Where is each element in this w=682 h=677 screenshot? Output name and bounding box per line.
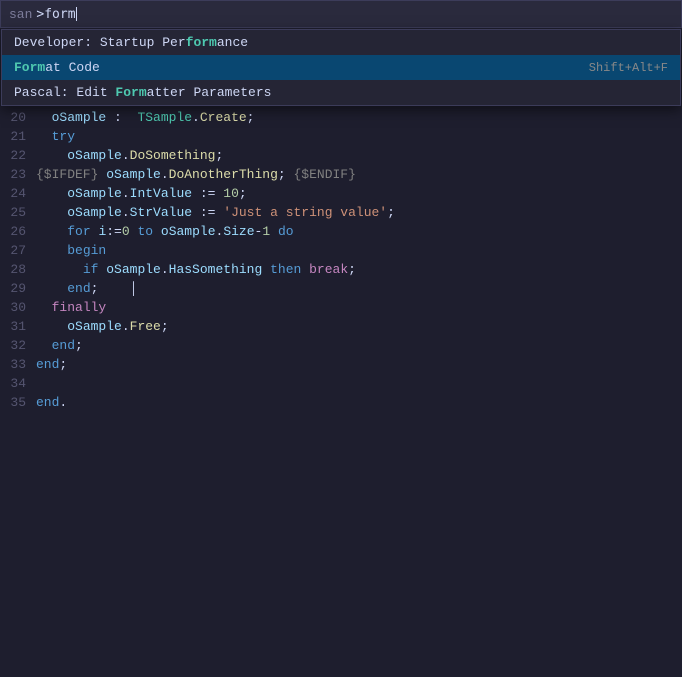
code-line-20: 20 oSample : TSample.Create;: [0, 108, 682, 127]
dropdown-item-label: Format Code: [14, 60, 100, 75]
line-number: 27: [0, 241, 36, 260]
dropdown-item-format-code[interactable]: Format Code Shift+Alt+F: [2, 55, 680, 80]
line-content: end.: [36, 393, 682, 412]
line-number: 34: [0, 374, 36, 393]
code-line-35: 35 end.: [0, 393, 682, 412]
line-number: 21: [0, 127, 36, 146]
code-line-27: 27 begin: [0, 241, 682, 260]
code-line-28: 28 if oSample.HasSomething then break;: [0, 260, 682, 279]
line-content: try: [36, 127, 682, 146]
line-content: if oSample.HasSomething then break;: [36, 260, 682, 279]
line-content: begin: [36, 241, 682, 260]
text-cursor: [76, 7, 77, 21]
dropdown-item-pascal-formatter[interactable]: Pascal: Edit Formatter Parameters: [2, 80, 680, 105]
code-line-31: 31 oSample.Free;: [0, 317, 682, 336]
code-line-21: 21 try: [0, 127, 682, 146]
line-content: end;: [36, 355, 682, 374]
line-number: 33: [0, 355, 36, 374]
editor-container: san >form Developer: Startup Performance…: [0, 0, 682, 677]
dropdown-shortcut-format: Shift+Alt+F: [589, 61, 668, 75]
code-line-23: 23 {$IFDEF} oSample.DoAnotherThing; {$EN…: [0, 165, 682, 184]
line-number: 35: [0, 393, 36, 412]
line-number: 22: [0, 146, 36, 165]
line-number: 28: [0, 260, 36, 279]
search-label: san: [9, 7, 32, 22]
line-number: 31: [0, 317, 36, 336]
line-number: 23: [0, 165, 36, 184]
line-number: 20: [0, 108, 36, 127]
line-content: oSample : TSample.Create;: [36, 108, 682, 127]
line-content: oSample.DoSomething;: [36, 146, 682, 165]
line-number: 26: [0, 222, 36, 241]
line-content: oSample.IntValue := 10;: [36, 184, 682, 203]
line-content: finally: [36, 298, 682, 317]
line-content: oSample.Free;: [36, 317, 682, 336]
highlight-form: Form: [14, 60, 45, 75]
code-line-24: 24 oSample.IntValue := 10;: [0, 184, 682, 203]
line-number: 25: [0, 203, 36, 222]
search-input-wrapper: >form: [36, 7, 673, 22]
line-number: 30: [0, 298, 36, 317]
code-line-34: 34: [0, 374, 682, 393]
dropdown-item-label: Pascal: Edit Formatter Parameters: [14, 85, 271, 100]
autocomplete-dropdown: Developer: Startup Performance Format Co…: [1, 29, 681, 106]
code-line-26: 26 for i:=0 to oSample.Size-1 do: [0, 222, 682, 241]
search-input-text: >form: [36, 7, 75, 22]
code-line-29: 29 end; │: [0, 279, 682, 298]
code-line-25: 25 oSample.StrValue := 'Just a string va…: [0, 203, 682, 222]
search-bar[interactable]: san >form Developer: Startup Performance…: [0, 0, 682, 28]
line-content: oSample.StrValue := 'Just a string value…: [36, 203, 682, 222]
line-number: 29: [0, 279, 36, 298]
line-content: end; │: [36, 279, 682, 298]
dropdown-item-label: Developer: Startup Performance: [14, 35, 248, 50]
line-content: for i:=0 to oSample.Size-1 do: [36, 222, 682, 241]
line-number: 24: [0, 184, 36, 203]
line-number: 32: [0, 336, 36, 355]
line-content: end;: [36, 336, 682, 355]
code-line-30: 30 finally: [0, 298, 682, 317]
code-line-32: 32 end;: [0, 336, 682, 355]
code-line-33: 33 end;: [0, 355, 682, 374]
highlight-form: Form: [115, 85, 146, 100]
highlight-form: form: [186, 35, 217, 50]
dropdown-item-developer-startup[interactable]: Developer: Startup Performance: [2, 30, 680, 55]
line-content: {$IFDEF} oSample.DoAnotherThing; {$ENDIF…: [36, 165, 682, 184]
code-line-22: 22 oSample.DoSomething;: [0, 146, 682, 165]
